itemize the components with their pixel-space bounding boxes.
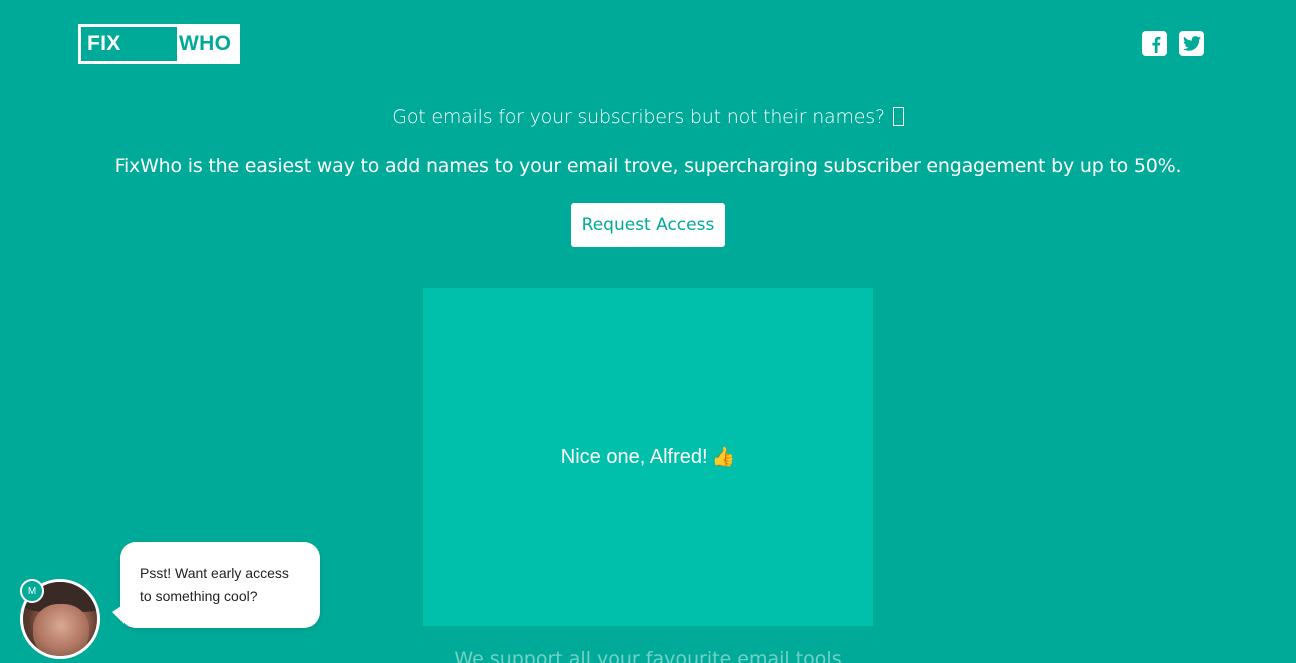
social-links — [1142, 31, 1204, 56]
hero-tagline: Got emails for your subscribers but not … — [0, 106, 1296, 128]
hero-description: FixWho is the easiest way to add names t… — [114, 155, 1182, 177]
logo[interactable]: FIX WHO — [78, 24, 240, 64]
demo-message: Nice one, Alfred! 👍 — [561, 445, 735, 469]
landing-page: FIX WHO Got emails for your subscribers … — [0, 0, 1296, 663]
demo-message-text: Nice one, Alfred! — [560, 446, 708, 468]
support-heading: We support all your favourite email tool… — [454, 648, 842, 663]
thumbs-up-icon: 👍 — [711, 447, 736, 468]
chat-message-line-1: Psst! Want early access — [140, 565, 289, 581]
twitter-icon[interactable] — [1179, 31, 1204, 56]
avatar-face — [33, 604, 89, 656]
chat-message-line-2: to something cool? — [140, 588, 258, 604]
logo-who: WHO — [179, 32, 232, 55]
logo-fix: FIX — [81, 27, 177, 61]
missing-glyph-icon — [892, 107, 904, 126]
chat-badge: M — [20, 579, 44, 603]
chat-bubble[interactable]: Psst! Want early access to something coo… — [120, 542, 320, 628]
request-access-button[interactable]: Request Access — [571, 203, 725, 247]
hero-tagline-text: Got emails for your subscribers but not … — [392, 106, 885, 128]
facebook-icon[interactable] — [1142, 31, 1167, 56]
demo-panel: Nice one, Alfred! 👍 — [423, 288, 873, 626]
